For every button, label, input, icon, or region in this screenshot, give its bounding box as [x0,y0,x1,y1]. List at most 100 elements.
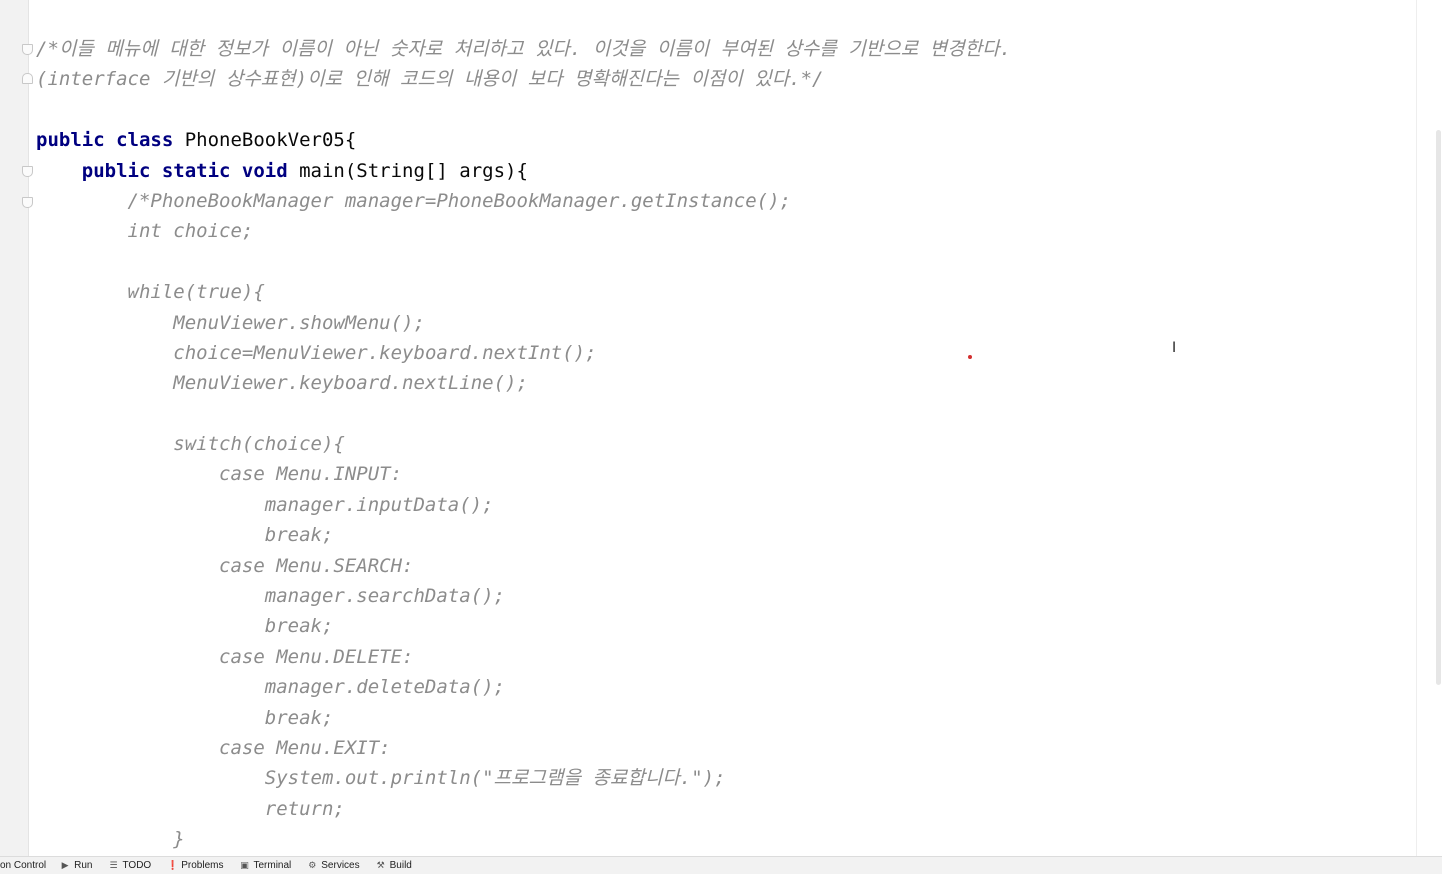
code-comment: manager.inputData(); [264,493,494,516]
code-content[interactable]: /*이들 메뉴에 대한 정보가 이름이 아닌 숫자로 처리하고 있다. 이것을 … [36,34,1011,855]
code-line[interactable]: } [36,824,1011,854]
services-icon: ⚙ [308,860,317,871]
fold-end-marker-icon[interactable] [22,73,33,84]
warning-icon: ❗ [167,860,179,871]
code-line[interactable]: public static void main(String[] args){ [36,156,1011,186]
code-line[interactable]: manager.deleteData(); [36,672,1011,702]
toolwindow-run[interactable]: ▶ Run [60,860,93,871]
code-comment: manager.searchData(); [264,585,505,608]
code-line[interactable]: /*PhoneBookManager manager=PhoneBookMana… [36,186,1011,216]
toolwindow-label: Build [389,860,412,871]
toolwindow-label: Services [321,860,360,871]
toolwindow-label: Problems [181,860,224,871]
error-marker-icon [968,355,972,359]
code-comment: switch(choice){ [173,433,345,456]
toolwindow-label: Run [74,860,93,871]
fold-marker-icon[interactable] [22,44,33,55]
toolwindow-version-control[interactable]: on Control [0,860,46,871]
code-comment: break; [264,615,334,638]
code-comment: System.out.println("프로그램을 종료합니다."); [264,767,726,790]
fold-marker-icon[interactable] [22,197,33,208]
code-line[interactable]: case Menu.INPUT: [36,459,1011,489]
code-line[interactable] [36,95,1011,125]
code-line[interactable] [36,247,1011,277]
toolwindow-services[interactable]: ⚙ Services [307,860,359,871]
code-comment: (interface 기반의 상수표현)이로 인해 코드의 내용이 보다 명확해… [36,68,824,91]
code-line[interactable]: choice=MenuViewer.keyboard.nextInt(); [36,338,1011,368]
code-text: main(String[] args){ [299,159,528,182]
code-line[interactable]: return; [36,794,1011,824]
code-line[interactable]: manager.searchData(); [36,581,1011,611]
code-line[interactable]: while(true){ [36,277,1011,307]
code-comment: break; [264,706,334,729]
code-comment: while(true){ [127,281,265,304]
toolwindow-problems[interactable]: ❗ Problems [167,860,223,871]
code-line[interactable]: break; [36,611,1011,641]
list-icon: ☰ [109,860,118,871]
code-comment: return; [264,797,345,820]
code-line[interactable]: switch(choice){ [36,429,1011,459]
code-line[interactable] [36,399,1011,429]
code-line[interactable]: case Menu.SEARCH: [36,551,1011,581]
toolwindow-label: on Control [0,860,47,871]
code-line[interactable]: manager.inputData(); [36,490,1011,520]
code-line[interactable]: (interface 기반의 상수표현)이로 인해 코드의 내용이 보다 명확해… [36,64,1011,94]
code-comment: /*PhoneBookManager manager=PhoneBookMana… [127,189,791,212]
code-line[interactable]: MenuViewer.showMenu(); [36,308,1011,338]
vertical-scrollbar[interactable] [1436,130,1441,685]
tool-window-bar: on Control ▶ Run ☰ TODO ❗ Problems ▣ Terminal ⚙ Se… [0,856,1442,874]
code-comment: case Menu.INPUT: [219,463,403,486]
text-cursor-icon: I [1172,340,1177,356]
code-line[interactable]: case Menu.DELETE: [36,642,1011,672]
toolwindow-todo[interactable]: ☰ TODO [109,860,152,871]
code-comment: int choice; [127,220,254,243]
code-comment: case Menu.DELETE: [219,645,414,668]
code-comment: case Menu.EXIT: [219,736,391,759]
terminal-icon: ▣ [240,860,249,871]
toolwindow-label: Terminal [253,860,292,871]
toolwindow-label: TODO [122,860,152,871]
code-keyword: public static void [81,159,300,182]
code-keyword: public class [36,129,185,152]
code-line[interactable]: break; [36,520,1011,550]
code-text: PhoneBookVer05{ [184,129,357,152]
code-line[interactable]: int choice; [36,216,1011,246]
code-comment: MenuViewer.showMenu(); [173,311,425,334]
toolwindow-terminal[interactable]: ▣ Terminal [239,860,291,871]
toolwindow-build[interactable]: ⚒ Build [376,860,412,871]
right-margin-guide [1416,0,1417,856]
code-line[interactable]: /*이들 메뉴에 대한 정보가 이름이 아닌 숫자로 처리하고 있다. 이것을 … [36,34,1011,64]
code-comment: case Menu.SEARCH: [219,554,414,577]
code-line[interactable]: break; [36,703,1011,733]
hammer-icon: ⚒ [376,860,385,871]
code-line[interactable]: public class PhoneBookVer05{ [36,125,1011,155]
code-editor[interactable]: /*이들 메뉴에 대한 정보가 이름이 아닌 숫자로 처리하고 있다. 이것을 … [0,0,1442,856]
code-comment: MenuViewer.keyboard.nextLine(); [173,372,528,395]
fold-marker-icon[interactable] [22,166,33,177]
code-line[interactable]: case Menu.EXIT: [36,733,1011,763]
code-line[interactable]: MenuViewer.keyboard.nextLine(); [36,368,1011,398]
code-comment: } [173,828,185,851]
code-line[interactable]: System.out.println("프로그램을 종료합니다."); [36,763,1011,793]
code-comment: choice=MenuViewer.keyboard.nextInt(); [173,341,597,364]
code-comment: manager.deleteData(); [264,676,505,699]
